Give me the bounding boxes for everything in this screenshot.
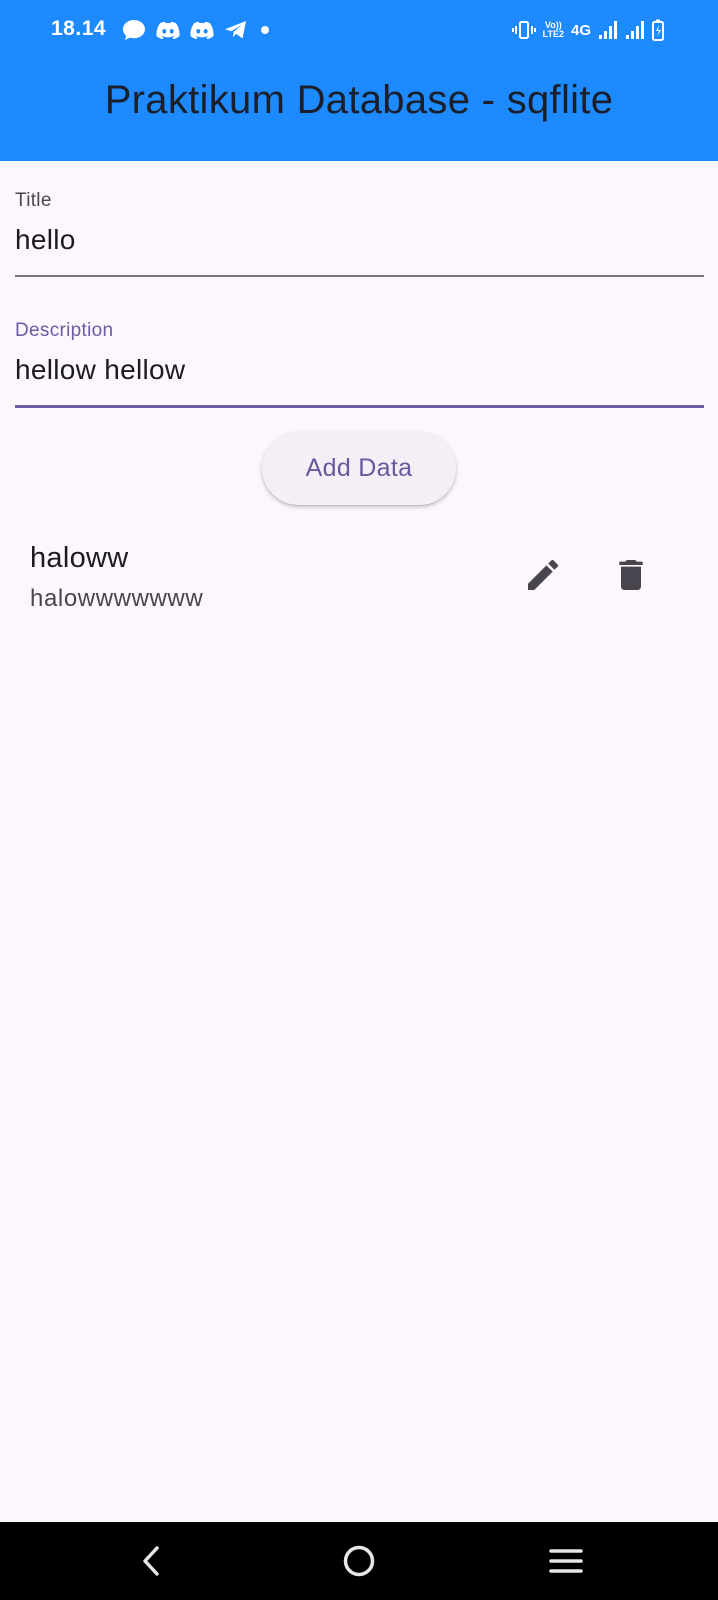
- title-field-label: Title: [15, 190, 52, 211]
- signal-icon: [598, 21, 618, 39]
- nav-home-button[interactable]: [329, 1536, 389, 1586]
- back-icon: [143, 1546, 159, 1576]
- dot-icon: [258, 23, 272, 37]
- battery-charging-icon: [652, 19, 664, 41]
- status-bar: 18.14 Vo)) LTE2 4G: [0, 0, 718, 62]
- signal-icon: [625, 21, 645, 39]
- title-field[interactable]: Title hello: [15, 188, 704, 278]
- description-field[interactable]: Description hellow hellow: [15, 318, 704, 410]
- nav-recents-button[interactable]: [536, 1536, 596, 1586]
- delete-button[interactable]: [608, 552, 654, 598]
- vibrate-icon: [511, 21, 536, 39]
- list-item[interactable]: haloww halowwwwwww: [0, 530, 718, 630]
- telegram-icon: [224, 20, 248, 40]
- trash-icon: [619, 560, 643, 590]
- navigation-bar: [0, 1522, 718, 1600]
- home-icon: [343, 1545, 375, 1577]
- description-input[interactable]: hellow hellow: [15, 354, 185, 386]
- title-input[interactable]: hello: [15, 224, 76, 256]
- discord-icon: [156, 21, 180, 39]
- status-time: 18.14: [51, 17, 107, 40]
- app-bar: 18.14 Vo)) LTE2 4G Praktikum Database - …: [0, 0, 718, 161]
- nav-back-button[interactable]: [122, 1536, 182, 1586]
- app-title: Praktikum Database - sqflite: [104, 78, 614, 122]
- network-type: 4G: [570, 21, 591, 39]
- pencil-icon: [528, 559, 559, 590]
- discord-icon: [190, 21, 214, 39]
- volte-icon: Vo)) LTE2: [542, 20, 564, 39]
- system-icons: Vo)) LTE2 4G: [511, 16, 664, 44]
- add-data-button[interactable]: Add Data: [262, 432, 456, 505]
- item-title: haloww: [30, 542, 129, 574]
- description-underline: [15, 405, 704, 408]
- chat-bubble-icon: [122, 19, 146, 41]
- title-underline: [15, 275, 704, 277]
- screen: 18.14 Vo)) LTE2 4G Praktikum Database - …: [0, 0, 718, 1600]
- notification-icons: [122, 16, 272, 44]
- description-field-label: Description: [15, 320, 114, 341]
- recents-icon: [549, 1549, 583, 1573]
- edit-button[interactable]: [520, 552, 566, 598]
- item-description: halowwwwwww: [30, 585, 204, 612]
